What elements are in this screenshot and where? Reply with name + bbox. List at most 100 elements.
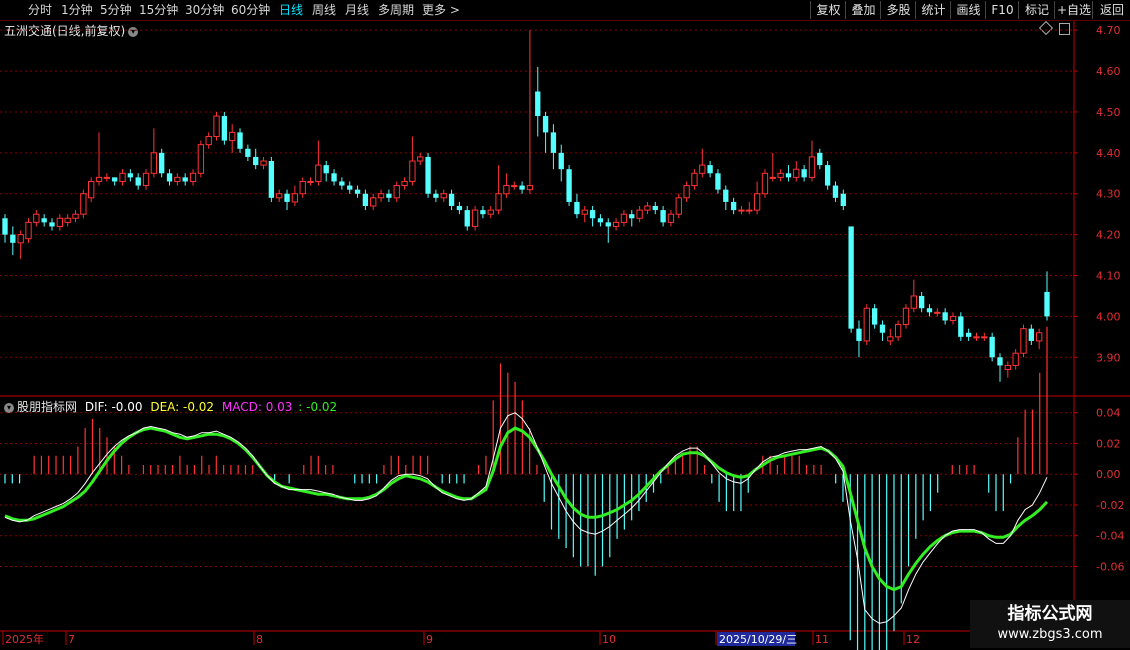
candle-body-30 bbox=[237, 132, 243, 149]
candle-body-21 bbox=[166, 173, 173, 182]
candle-body-29 bbox=[229, 131, 236, 142]
candle-body-110 bbox=[863, 307, 870, 342]
candle-body-78 bbox=[612, 221, 620, 227]
date-label-4: 10 bbox=[602, 633, 616, 646]
candle-body-92 bbox=[723, 189, 729, 202]
candle-body-10 bbox=[80, 193, 87, 215]
candle-body-5 bbox=[41, 218, 47, 223]
candle-body-16 bbox=[127, 173, 134, 178]
candle-body-61 bbox=[480, 210, 486, 215]
candle-body-96 bbox=[753, 193, 761, 211]
candle-body-7 bbox=[56, 217, 64, 227]
price-tick-label-2: 4.50 bbox=[1096, 106, 1121, 119]
candle-body-97 bbox=[761, 172, 769, 195]
candle-body-52 bbox=[409, 160, 416, 182]
price-tick-label-4: 4.30 bbox=[1096, 188, 1121, 201]
candle-body-114 bbox=[894, 324, 902, 338]
candle-body-99 bbox=[777, 172, 784, 178]
candle-body-119 bbox=[934, 311, 941, 314]
candle-body-6 bbox=[49, 222, 55, 227]
candle-body-49 bbox=[386, 193, 392, 198]
macd-tick-label-5: -0.06 bbox=[1096, 560, 1124, 573]
candle-body-24 bbox=[189, 172, 197, 182]
macd-tick-label-4: -0.04 bbox=[1096, 530, 1124, 543]
candle-body-84 bbox=[660, 210, 666, 223]
candle-body-13 bbox=[103, 176, 111, 179]
candle-body-0 bbox=[2, 218, 8, 235]
date-label-0: 2025年 bbox=[5, 632, 44, 646]
candle-body-93 bbox=[730, 201, 737, 211]
candle-body-77 bbox=[605, 222, 611, 227]
candle-body-117 bbox=[918, 295, 925, 309]
candle-body-43 bbox=[339, 181, 345, 186]
price-tick-label-3: 4.40 bbox=[1096, 147, 1121, 160]
watermark-title: 指标公式网 bbox=[1007, 604, 1093, 624]
candle-body-26 bbox=[205, 135, 212, 146]
candle-body-74 bbox=[581, 209, 588, 215]
candle-body-121 bbox=[949, 315, 957, 321]
candle-body-129 bbox=[1012, 352, 1019, 366]
candle-body-101 bbox=[793, 168, 800, 178]
candle-body-39 bbox=[307, 180, 314, 183]
price-tick-label-1: 4.60 bbox=[1096, 65, 1121, 78]
candle-body-123 bbox=[965, 332, 972, 337]
candle-body-9 bbox=[72, 213, 79, 219]
watermark-url: www.zbgs3.com bbox=[997, 627, 1103, 642]
candle-body-116 bbox=[910, 295, 917, 309]
candle-body-95 bbox=[746, 209, 753, 212]
candle-body-59 bbox=[464, 210, 470, 227]
price-tick-label-0: 4.70 bbox=[1096, 24, 1121, 37]
candle-body-51 bbox=[401, 180, 408, 187]
macd-tick-label-1: 0.02 bbox=[1096, 437, 1121, 450]
dea-line bbox=[4, 426, 1049, 592]
price-tick-label-6: 4.10 bbox=[1096, 270, 1121, 283]
candle-body-65 bbox=[511, 185, 518, 188]
candle-body-103 bbox=[808, 156, 816, 178]
candle-body-40 bbox=[315, 164, 322, 182]
candle-body-111 bbox=[871, 308, 878, 325]
candle-body-18 bbox=[142, 172, 150, 187]
candle-body-8 bbox=[64, 217, 71, 223]
candle-body-34 bbox=[268, 161, 275, 198]
candle-body-79 bbox=[620, 213, 628, 223]
candle-body-130 bbox=[1020, 328, 1027, 354]
candle-body-112 bbox=[879, 324, 886, 333]
candle-body-98 bbox=[769, 176, 776, 179]
candle-body-107 bbox=[840, 193, 846, 206]
candle-body-33 bbox=[260, 160, 267, 166]
candle-body-102 bbox=[801, 169, 807, 178]
candle-body-88 bbox=[691, 172, 698, 187]
watermark: 指标公式网 www.zbgs3.com bbox=[970, 600, 1130, 648]
price-tick-label-8: 3.90 bbox=[1096, 351, 1121, 364]
candle-body-80 bbox=[629, 214, 635, 219]
candle-body-56 bbox=[440, 193, 447, 199]
date-label-6: 11 bbox=[815, 633, 829, 646]
date-label-1: 7 bbox=[68, 633, 75, 646]
candle-body-57 bbox=[448, 193, 455, 206]
candle-body-87 bbox=[683, 185, 690, 199]
price-tick-label-5: 4.20 bbox=[1096, 229, 1121, 242]
candle-body-85 bbox=[667, 213, 675, 223]
candle-body-94 bbox=[738, 209, 745, 212]
candle-body-67 bbox=[526, 185, 534, 191]
candle-body-131 bbox=[1028, 328, 1034, 341]
candle-body-108 bbox=[848, 226, 854, 329]
candle-body-86 bbox=[675, 197, 682, 215]
candle-body-81 bbox=[636, 209, 643, 219]
candle-body-109 bbox=[856, 328, 862, 341]
candle-body-128 bbox=[1004, 364, 1011, 371]
candle-body-122 bbox=[958, 316, 964, 337]
candle-body-100 bbox=[785, 173, 792, 178]
candle-body-75 bbox=[589, 210, 596, 219]
candle-body-38 bbox=[299, 180, 306, 195]
candle-body-125 bbox=[981, 336, 988, 339]
candle-body-62 bbox=[487, 209, 494, 215]
candle-body-126 bbox=[989, 336, 995, 358]
candle-body-60 bbox=[471, 209, 479, 227]
candle-body-71 bbox=[558, 152, 564, 170]
candle-body-58 bbox=[456, 206, 463, 211]
candle-body-76 bbox=[597, 218, 604, 223]
candle-body-82 bbox=[644, 205, 651, 211]
candle-body-44 bbox=[347, 185, 353, 190]
chart-canvas[interactable]: 4.70 4.60 4.50 4.40 4.30 4.20 4.10 4.00 3.90 0.04… bbox=[0, 0, 1130, 650]
